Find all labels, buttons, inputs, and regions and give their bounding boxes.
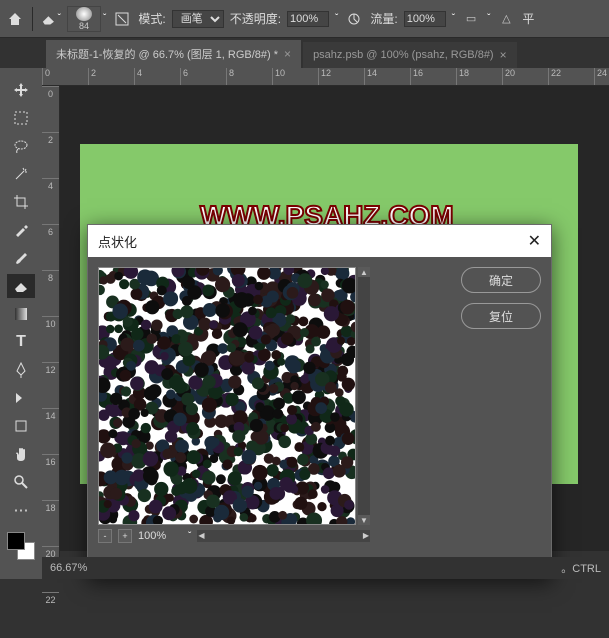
close-icon[interactable]: × [284, 47, 291, 61]
flow-input[interactable] [404, 11, 446, 27]
eyedropper-tool-icon[interactable] [7, 218, 35, 242]
marquee-tool-icon[interactable] [7, 106, 35, 130]
pressure-opacity-icon[interactable] [344, 9, 364, 29]
move-tool-icon[interactable] [7, 78, 35, 102]
brush-size-label: 84 [79, 21, 89, 31]
crop-tool-icon[interactable] [7, 190, 35, 214]
tab-active[interactable]: 未标题-1-恢复的 @ 66.7% (图层 1, RGB/8#) * × [46, 40, 301, 68]
close-icon[interactable]: × [500, 48, 507, 62]
tab-inactive[interactable]: psahz.psb @ 100% (psahz, RGB/8#) × [303, 42, 517, 68]
airbrush-icon[interactable]: ▭ [461, 9, 481, 29]
lasso-tool-icon[interactable] [7, 134, 35, 158]
zoom-out-button[interactable]: - [98, 529, 112, 543]
tab-label: 未标题-1-恢复的 @ 66.7% (图层 1, RGB/8#) * [56, 46, 278, 62]
scroll-down-icon[interactable]: ▼ [358, 515, 370, 525]
zoom-in-button[interactable]: + [118, 529, 132, 543]
ok-button[interactable]: 确定 [461, 267, 541, 293]
filter-preview[interactable] [98, 267, 356, 525]
reset-button[interactable]: 复位 [461, 303, 541, 329]
color-swatches[interactable] [7, 532, 35, 560]
brush-settings-icon[interactable] [112, 9, 132, 29]
zoom-status: 66.67% [50, 562, 87, 574]
eraser-tool-icon[interactable] [7, 274, 35, 298]
type-tool-icon[interactable]: T [7, 330, 35, 354]
eraser-preset-icon[interactable]: ˇ [41, 9, 61, 29]
opacity-input[interactable] [287, 11, 329, 27]
smooth-label: 平 [522, 10, 534, 27]
home-icon[interactable] [6, 10, 24, 28]
divider [32, 7, 33, 31]
zoom-tool-icon[interactable] [7, 470, 35, 494]
vertical-ruler: 0246810121416182022 [42, 86, 60, 579]
angle-icon[interactable]: △ [496, 9, 516, 29]
pen-tool-icon[interactable] [7, 358, 35, 382]
hand-tool-icon[interactable] [7, 442, 35, 466]
wand-tool-icon[interactable] [7, 162, 35, 186]
document-tabs: 未标题-1-恢复的 @ 66.7% (图层 1, RGB/8#) * × psah… [0, 38, 609, 68]
tools-panel: T ⋯ [0, 68, 42, 579]
more-tools-icon[interactable]: ⋯ [7, 498, 35, 522]
zoom-value: 100% [138, 530, 182, 542]
mode-select[interactable]: 画笔 [172, 10, 224, 28]
brush-picker[interactable]: 84 ˇ [67, 6, 106, 32]
dialog-titlebar: 点状化 ✕ [88, 225, 551, 257]
scroll-up-icon[interactable]: ▲ [358, 267, 370, 277]
shape-tool-icon[interactable] [7, 414, 35, 438]
dialog-title: 点状化 [98, 232, 137, 251]
opacity-label: 不透明度: [230, 10, 281, 27]
mode-label: 模式: [138, 10, 165, 27]
options-bar: ˇ 84 ˇ 模式: 画笔 不透明度: ˇ 流量: ˇ ▭ ˇ △ 平 [0, 0, 609, 38]
status-bar: 66.67% 。CTRL [42, 557, 609, 579]
horizontal-ruler: 02468101214161820222426 [42, 68, 609, 86]
brush-tool-icon[interactable] [7, 246, 35, 270]
scrollbar-vertical[interactable]: ▲ ▼ [358, 267, 370, 525]
pointillize-dialog: 点状化 ✕ ▲ ▼ - + 100% ˇ ◀▶ [87, 224, 552, 579]
tab-label: psahz.psb @ 100% (psahz, RGB/8#) [313, 49, 494, 61]
flow-label: 流量: [370, 10, 397, 27]
path-tool-icon[interactable] [7, 386, 35, 410]
status-right: 。CTRL [561, 560, 601, 576]
gradient-tool-icon[interactable] [7, 302, 35, 326]
scrollbar-horizontal[interactable]: ◀▶ [197, 530, 370, 542]
close-icon[interactable]: ✕ [528, 231, 541, 251]
